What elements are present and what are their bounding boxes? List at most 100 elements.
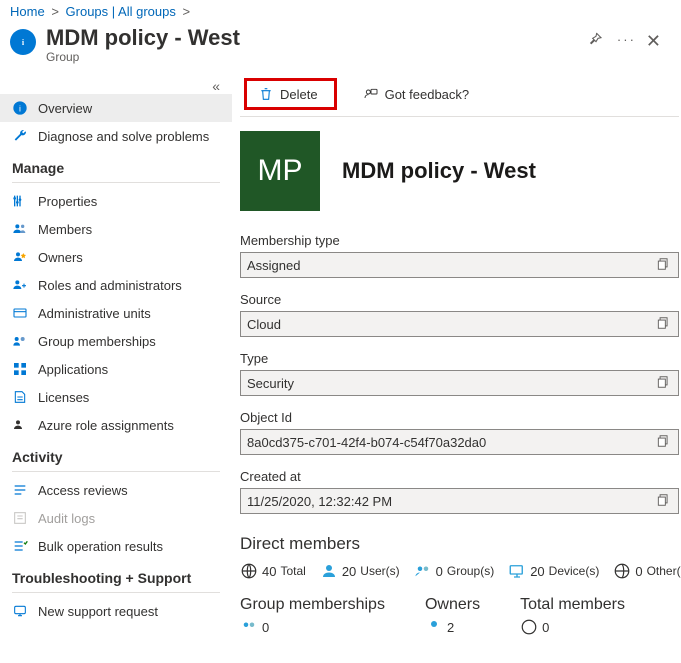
sidebar-item-label: Licenses — [38, 390, 220, 405]
sidebar-item-label: Audit logs — [38, 511, 220, 526]
group-memberships-stat[interactable]: 0 — [240, 618, 385, 636]
trash-icon — [258, 86, 274, 102]
sidebar-item-roles[interactable]: Roles and administrators — [0, 271, 232, 299]
sidebar-item-label: Members — [38, 222, 220, 237]
breadcrumb-groups[interactable]: Groups | All groups — [66, 4, 176, 19]
stat-groups[interactable]: 0 Group(s) — [414, 562, 495, 580]
sidebar-item-admin-units[interactable]: Administrative units — [0, 299, 232, 327]
device-icon — [508, 562, 526, 580]
stat-devices[interactable]: 20 Device(s) — [508, 562, 599, 580]
breadcrumb: Home > Groups | All groups > — [0, 0, 681, 21]
sidebar-item-label: Access reviews — [38, 483, 220, 498]
globe-icon — [240, 562, 258, 580]
wrench-icon — [12, 128, 28, 144]
group-memberships-title: Group memberships — [240, 596, 385, 614]
sidebar-item-label: Azure role assignments — [38, 418, 220, 433]
audit-logs-icon — [12, 510, 28, 526]
source-label: Source — [240, 292, 679, 307]
sidebar-item-label: Group memberships — [38, 334, 220, 349]
copy-icon[interactable] — [656, 257, 672, 273]
sidebar-item-azure-role[interactable]: Azure role assignments — [0, 411, 232, 439]
info-icon: i — [12, 100, 28, 116]
source-field: Cloud — [240, 311, 679, 337]
feedback-button[interactable]: Got feedback? — [357, 82, 476, 106]
feedback-icon — [363, 86, 379, 102]
created-label: Created at — [240, 469, 679, 484]
sidebar-item-label: Overview — [38, 101, 220, 116]
svg-text:i: i — [19, 103, 21, 113]
sidebar-item-members[interactable]: Members — [0, 215, 232, 243]
copy-icon[interactable] — [656, 316, 672, 332]
sidebar-item-label: Bulk operation results — [38, 539, 220, 554]
created-field: 11/25/2020, 12:32:42 PM — [240, 488, 679, 514]
group-avatar: MP — [240, 131, 320, 211]
main-content: Delete Got feedback? MP MDM policy - Wes… — [232, 72, 681, 663]
owners-title: Owners — [425, 596, 480, 614]
feedback-label: Got feedback? — [385, 87, 470, 102]
sidebar-item-label: Roles and administrators — [38, 278, 220, 293]
pin-icon[interactable] — [587, 31, 603, 47]
group-memberships-icon — [12, 333, 28, 349]
sidebar-item-properties[interactable]: Properties — [0, 187, 232, 215]
sidebar-item-bulk-results[interactable]: Bulk operation results — [0, 532, 232, 560]
copy-icon[interactable] — [656, 493, 672, 509]
sidebar-item-new-support[interactable]: New support request — [0, 597, 232, 625]
sidebar-item-licenses[interactable]: Licenses — [0, 383, 232, 411]
direct-members-stats: 40 Total 20 User(s) 0 Group(s) 20 Device… — [240, 562, 679, 580]
toolbar: Delete Got feedback? — [240, 72, 679, 117]
group-name: MDM policy - West — [342, 158, 536, 184]
type-field: Security — [240, 370, 679, 396]
info-icon: i — [10, 29, 36, 55]
total-members-stat[interactable]: 0 — [520, 618, 625, 636]
page-subtitle: Group — [46, 50, 587, 64]
object-id-field: 8a0cd375-c701-42f4-b074-c54f70a32da0 — [240, 429, 679, 455]
stat-users[interactable]: 20 User(s) — [320, 562, 400, 580]
delete-button[interactable]: Delete — [248, 82, 328, 106]
sidebar-item-label: Administrative units — [38, 306, 220, 321]
support-icon — [12, 603, 28, 619]
membership-type-label: Membership type — [240, 233, 679, 248]
sidebar: « i Overview Diagnose and solve problems… — [0, 72, 232, 663]
sidebar-item-access-reviews[interactable]: Access reviews — [0, 476, 232, 504]
stat-total[interactable]: 40 Total — [240, 562, 306, 580]
properties-icon — [12, 193, 28, 209]
sidebar-item-label: Owners — [38, 250, 220, 265]
user-icon — [425, 618, 443, 636]
sidebar-item-group-memberships[interactable]: Group memberships — [0, 327, 232, 355]
sidebar-header-manage: Manage — [0, 150, 232, 180]
copy-icon[interactable] — [656, 375, 672, 391]
owners-icon — [12, 249, 28, 265]
applications-icon — [12, 361, 28, 377]
copy-icon[interactable] — [656, 434, 672, 450]
globe-icon — [520, 618, 538, 636]
more-icon[interactable]: ··· — [617, 32, 636, 47]
membership-type-field: Assigned — [240, 252, 679, 278]
breadcrumb-home[interactable]: Home — [10, 4, 45, 19]
source-value: Cloud — [247, 317, 656, 332]
type-value: Security — [247, 376, 656, 391]
globe-icon — [613, 562, 631, 580]
sidebar-item-overview[interactable]: i Overview — [0, 94, 232, 122]
stat-other[interactable]: 0 Other(s) — [613, 562, 681, 580]
collapse-sidebar-icon[interactable]: « — [0, 78, 232, 94]
licenses-icon — [12, 389, 28, 405]
total-members-title: Total members — [520, 596, 625, 614]
sidebar-item-applications[interactable]: Applications — [0, 355, 232, 383]
type-label: Type — [240, 351, 679, 366]
sidebar-item-label: Applications — [38, 362, 220, 377]
sidebar-item-label: Properties — [38, 194, 220, 209]
page-title: MDM policy - West — [46, 25, 587, 51]
sidebar-header-troubleshoot: Troubleshooting + Support — [0, 560, 232, 590]
delete-label: Delete — [280, 87, 318, 102]
object-id-value: 8a0cd375-c701-42f4-b074-c54f70a32da0 — [247, 435, 656, 450]
sidebar-item-audit-logs[interactable]: Audit logs — [0, 504, 232, 532]
created-value: 11/25/2020, 12:32:42 PM — [247, 494, 656, 509]
sidebar-item-diagnose[interactable]: Diagnose and solve problems — [0, 122, 232, 150]
owners-stat[interactable]: 2 — [425, 618, 480, 636]
sidebar-header-activity: Activity — [0, 439, 232, 469]
admin-units-icon — [12, 305, 28, 321]
membership-type-value: Assigned — [247, 258, 656, 273]
sidebar-item-owners[interactable]: Owners — [0, 243, 232, 271]
groups-icon — [414, 562, 432, 580]
close-button[interactable]: ✕ — [636, 31, 671, 52]
